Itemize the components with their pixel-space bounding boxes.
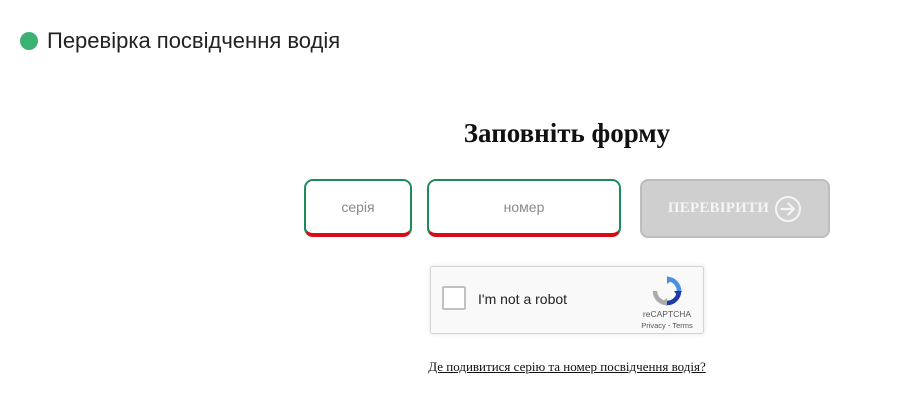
series-input[interactable] — [306, 199, 410, 215]
recaptcha-links: Privacy - Terms — [627, 321, 707, 330]
recaptcha-privacy-link[interactable]: Privacy — [641, 321, 666, 330]
recaptcha-label: I'm not a robot — [478, 291, 568, 307]
help-link[interactable]: Де подивитися серію та номер посвідчення… — [300, 359, 834, 375]
status-dot-icon — [20, 32, 38, 50]
recaptcha-checkbox[interactable] — [442, 286, 466, 310]
page-title: Перевірка посвідчення водія — [47, 28, 341, 53]
series-field[interactable] — [304, 179, 412, 237]
number-input[interactable] — [429, 199, 619, 215]
check-button[interactable]: ПЕРЕВІРИТИ — [640, 179, 830, 238]
page-header: Перевірка посвідчення водія — [20, 24, 340, 58]
recaptcha-logo-icon — [652, 276, 682, 306]
recaptcha-brand: reCAPTCHA — [642, 309, 692, 319]
form-heading: Заповніть форму — [463, 118, 671, 148]
recaptcha-widget: I'm not a robot reCAPTCHA Privacy - Term… — [430, 266, 704, 334]
check-button-label: ПЕРЕВІРИТИ — [667, 200, 770, 216]
number-field[interactable] — [427, 179, 621, 237]
arrow-right-circle-icon — [775, 195, 802, 222]
recaptcha-terms-link[interactable]: Terms — [672, 321, 692, 330]
